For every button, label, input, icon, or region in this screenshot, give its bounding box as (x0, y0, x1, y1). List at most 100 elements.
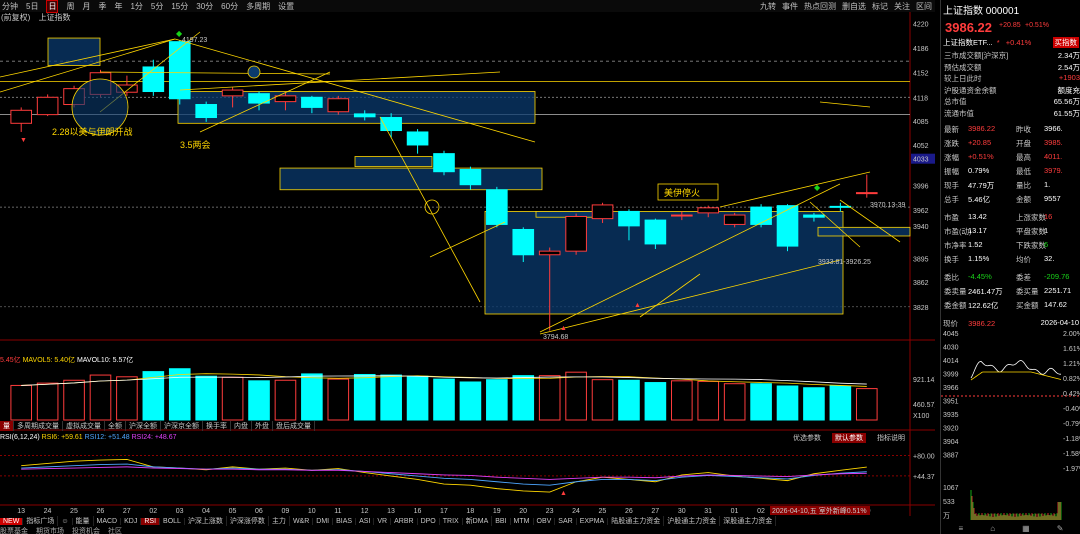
indicator-tab[interactable]: 指标广场 (23, 516, 59, 526)
etf-ad[interactable]: 上证指数ETF... * +0.41% 买指数 (943, 37, 1079, 48)
indicator-tab[interactable]: DMI (313, 517, 334, 525)
indicator-tab[interactable]: ARBR (391, 517, 418, 525)
candle[interactable] (459, 169, 482, 186)
volume-bar[interactable] (618, 379, 640, 421)
candle[interactable] (618, 210, 640, 227)
period-tab[interactable]: 周 (66, 1, 74, 12)
panel-icon[interactable]: ⌂ (990, 524, 995, 534)
trend-line[interactable] (719, 171, 871, 208)
bottom-link[interactable]: 投资机会 (72, 526, 100, 534)
period-tab[interactable]: 日 (46, 0, 59, 13)
indicator-tab[interactable]: W&R (290, 517, 314, 525)
volume-bar[interactable] (274, 379, 297, 421)
candle[interactable] (433, 153, 455, 173)
indicator-tab[interactable]: 新DMA (463, 516, 493, 526)
volume-tab[interactable]: 内盘 (231, 420, 252, 431)
volume-bar[interactable] (644, 382, 667, 421)
trend-line[interactable] (819, 101, 871, 108)
indicator-tab[interactable]: ASI (356, 517, 375, 525)
tool-button[interactable]: 标记 (872, 1, 888, 12)
volume-bar[interactable] (803, 387, 825, 421)
indicator-tab[interactable]: BIAS (333, 517, 357, 525)
candle[interactable] (10, 109, 33, 124)
volume-tab[interactable]: 虚拟成交量 (63, 420, 105, 431)
period-tab[interactable]: 月 (82, 1, 90, 12)
bottom-link[interactable]: 社区 (108, 526, 122, 534)
etf-buy-button[interactable]: 买指数 (1052, 37, 1079, 48)
volume-bar[interactable] (776, 385, 799, 421)
candle[interactable] (353, 113, 376, 118)
indicator-tab[interactable]: SAR (555, 517, 577, 525)
indicator-tab[interactable]: 主力 (269, 516, 290, 526)
indicator-tab[interactable]: DPO (418, 517, 440, 525)
candle[interactable] (195, 104, 217, 119)
volume-tab[interactable]: 换手率 (203, 420, 231, 431)
tool-button[interactable]: 关注 (894, 1, 910, 12)
volume-bar[interactable] (855, 388, 878, 421)
volume-bar[interactable] (723, 383, 746, 421)
volume-bar[interactable] (221, 376, 244, 421)
indicator-tab[interactable]: ☺ (58, 517, 73, 525)
candle[interactable] (486, 189, 508, 225)
period-tab[interactable]: 设置 (278, 1, 294, 12)
indicator-tab[interactable]: 沪深涨停数 (227, 516, 269, 526)
volume-tab[interactable]: 全额 (105, 420, 126, 431)
circle-marker[interactable] (247, 65, 261, 79)
candle[interactable] (274, 95, 297, 103)
rsi-param-button[interactable]: 默认参数 (832, 433, 866, 443)
volume-bar[interactable] (168, 368, 191, 421)
volume-bar[interactable] (671, 380, 693, 421)
indicator-tab[interactable]: MTM (511, 517, 534, 525)
indicator-tab[interactable]: 沪股通主力资金 (664, 516, 721, 526)
volume-bar[interactable] (512, 375, 535, 421)
volume-bar[interactable] (116, 376, 138, 421)
indicator-tab[interactable]: RSI (141, 517, 161, 525)
tool-button[interactable]: 事件 (782, 1, 798, 12)
candle[interactable] (829, 205, 852, 208)
candle[interactable] (538, 250, 561, 256)
candle[interactable] (644, 219, 667, 245)
tool-button[interactable]: 删自选 (842, 1, 866, 12)
volume-tab[interactable]: 沪深全额 (126, 420, 161, 431)
bottom-link[interactable]: 股票基金 (0, 526, 28, 534)
volume-tab[interactable]: 量 (0, 420, 14, 431)
indicator-tab[interactable]: BOLL (160, 517, 185, 525)
candle[interactable] (406, 131, 429, 146)
volume-tab[interactable]: 盘后成交量 (273, 420, 315, 431)
indicator-tab[interactable]: 深股通主力资金 (720, 516, 777, 526)
period-tab[interactable]: 5分 (151, 1, 163, 12)
rsi-param-button[interactable]: 优选参数 (790, 433, 824, 443)
indicator-tab[interactable]: 陆股通主力资金 (608, 516, 665, 526)
bottom-link[interactable]: 期货市场 (36, 526, 64, 534)
volume-tab[interactable]: 沪深京全额 (161, 420, 203, 431)
period-tab[interactable]: 15分 (171, 1, 188, 12)
candle[interactable] (327, 98, 350, 113)
indicator-tab[interactable]: OBV (534, 517, 556, 525)
panel-icon[interactable]: ≡ (959, 524, 964, 534)
volume-tab[interactable]: 外盘 (252, 420, 273, 431)
candle[interactable] (750, 206, 772, 225)
rsi-param-button[interactable]: 指标说明 (874, 433, 908, 443)
volume-bar[interactable] (301, 373, 323, 421)
volume-bar[interactable] (565, 371, 587, 421)
volume-bar[interactable] (406, 375, 429, 421)
candle[interactable] (221, 89, 244, 97)
candle[interactable] (36, 96, 59, 116)
volume-bar[interactable] (486, 379, 508, 421)
candle[interactable] (803, 214, 825, 218)
volume-bar[interactable] (380, 374, 402, 421)
indicator-tab[interactable]: TRIX (440, 517, 463, 525)
volume-bar[interactable] (248, 380, 270, 421)
panel-icon[interactable]: ✎ (1057, 524, 1064, 534)
volume-bar[interactable] (63, 379, 85, 421)
range-box[interactable] (354, 156, 433, 168)
tool-button[interactable]: 九转 (760, 1, 776, 12)
trend-line[interactable] (99, 71, 331, 75)
candle[interactable] (591, 204, 614, 220)
tool-button[interactable]: 热点回测 (804, 1, 836, 12)
trend-line[interactable] (379, 116, 481, 303)
candle[interactable] (776, 205, 799, 247)
candle[interactable] (671, 214, 693, 217)
candle[interactable] (697, 207, 720, 214)
indicator-tab[interactable]: MACD (94, 517, 122, 525)
